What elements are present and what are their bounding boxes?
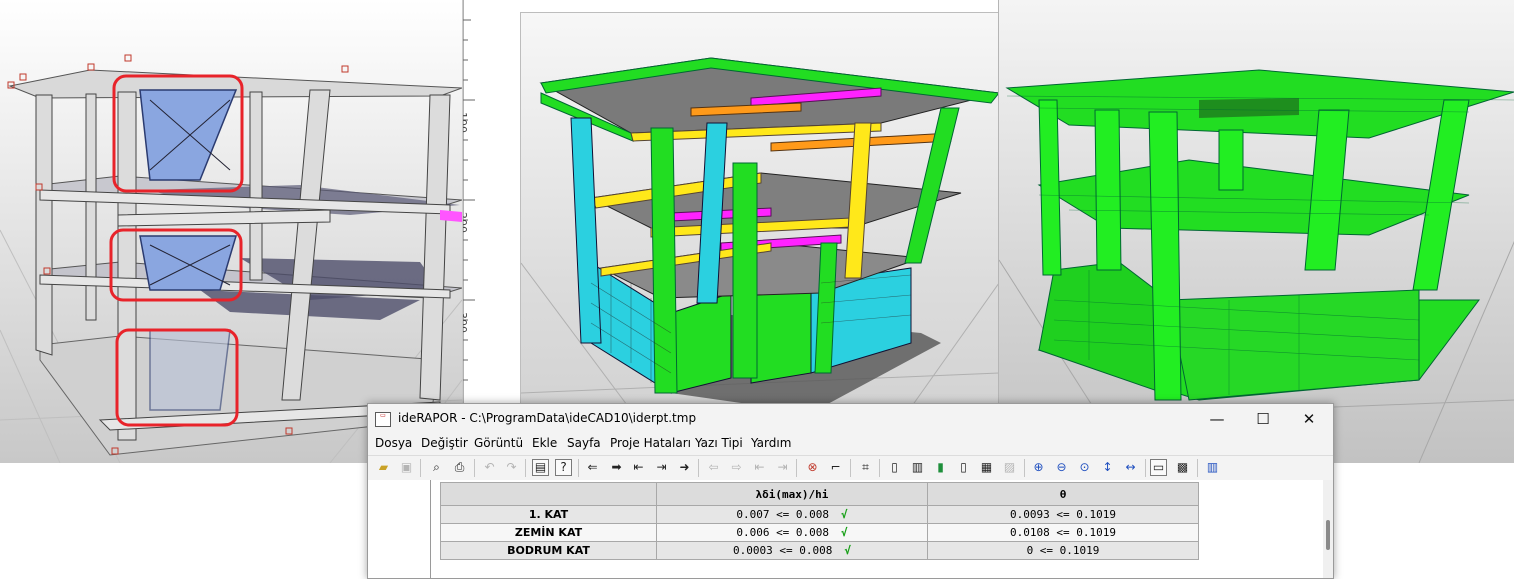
page-layout-3-icon[interactable]: ▮ (932, 459, 949, 476)
help-page-icon[interactable]: ? (555, 459, 572, 476)
print-icon[interactable]: ⎙ (451, 459, 468, 476)
app-icon: ▭ (375, 412, 391, 427)
page-layout-4-icon[interactable]: ▯ (955, 459, 972, 476)
check-icon: √ (841, 526, 848, 539)
drift-value: 0.006 <= 0.008 (736, 526, 830, 539)
arrow-right-icon[interactable]: ➡ (608, 459, 625, 476)
window-title: ideRAPOR - C:\ProgramData\ideCAD10\iderp… (398, 411, 697, 425)
page-layout-1-icon[interactable]: ▯ (886, 459, 903, 476)
header-drift: λδi(max)/hi (656, 482, 928, 506)
report-window[interactable]: ▭ ideRAPOR - C:\ProgramData\ideCAD10\ide… (367, 403, 1334, 579)
menu-proje-hatalari[interactable]: Proje Hataları (610, 436, 691, 450)
menu-goruntu[interactable]: Görüntü (474, 436, 523, 450)
vertical-scrollbar[interactable] (1323, 480, 1333, 578)
story-label: 1. KAT (440, 505, 657, 524)
building-3d-view[interactable] (0, 0, 462, 463)
print-preview-icon[interactable]: ⌕ (428, 459, 445, 476)
page-margin-line (430, 480, 431, 578)
theta-value: 0.0093 <= 0.1019 (927, 505, 1199, 524)
drift-value: 0.007 <= 0.008 (736, 508, 830, 521)
drift-value: 0.0003 <= 0.008 (733, 544, 833, 557)
table-row: ZEMİN KAT 0.006 <= 0.008 √ 0.0108 <= 0.10… (440, 523, 1199, 542)
menu-yardim[interactable]: Yardım (751, 436, 791, 450)
menu-yazi-tipi[interactable]: Yazı Tipi (695, 436, 743, 450)
grid-layout-icon[interactable]: ▦ (978, 459, 995, 476)
story-label: ZEMİN KAT (440, 523, 657, 542)
drift-cell: 0.006 <= 0.008 √ (656, 523, 928, 542)
insert-icon[interactable]: ⌐ (827, 459, 844, 476)
ruler-tick-100: 100 (462, 112, 469, 133)
open-folder-icon[interactable]: ▰ (375, 459, 392, 476)
check-icon: √ (841, 508, 848, 521)
menu-bar: Dosya Değiştir Görüntü Ekle Sayfa Proje … (368, 434, 1333, 454)
toolbar: ▰ ▣ ⌕ ⎙ ↶ ↷ ▤ ? ⇐ ➡ ⇤ ⇥ ➜ ⇦ ⇨ ⇤ ⇥ ⊗ ⌐ ⌗ … (368, 455, 1333, 481)
single-page-icon[interactable]: ▭ (1150, 459, 1167, 476)
arrow-left-icon[interactable]: ⇐ (584, 459, 601, 476)
last-page-icon[interactable]: ⇥ (653, 459, 670, 476)
page-layout-2-icon[interactable]: ▥ (909, 459, 926, 476)
deformed-shape-view[interactable] (998, 0, 1514, 463)
prev-section-icon[interactable]: ⇦ (705, 459, 722, 476)
drift-check-table: λδi(max)/hi θ 1. KAT 0.007 <= 0.008 √ 0.0… (440, 482, 1199, 560)
title-bar[interactable]: ▭ ideRAPOR - C:\ProgramData\ideCAD10\ide… (368, 404, 1333, 434)
ruler-tick-200: 200 (462, 212, 469, 233)
drift-cell: 0.007 <= 0.008 √ (656, 505, 928, 524)
chart-icon[interactable]: ▨ (1001, 459, 1018, 476)
menu-dosya[interactable]: Dosya (375, 436, 412, 450)
table-header-row: λδi(max)/hi θ (440, 482, 1199, 506)
undo-icon[interactable]: ↶ (481, 459, 498, 476)
menu-ekle[interactable]: Ekle (532, 436, 557, 450)
page-list-icon[interactable]: ▤ (532, 459, 549, 476)
zoom-in-icon[interactable]: ⊕ (1030, 459, 1047, 476)
error-icon[interactable]: ⊗ (804, 459, 821, 476)
last-section-icon[interactable]: ⇥ (774, 459, 791, 476)
table-row: BODRUM KAT 0.0003 <= 0.008 √ 0 <= 0.1019 (440, 541, 1199, 560)
report-icon[interactable]: ▥ (1204, 459, 1221, 476)
next-section-icon[interactable]: ⇨ (728, 459, 745, 476)
vertical-ruler: 100 200 300 (462, 0, 521, 463)
maximize-button[interactable]: ☐ (1240, 404, 1286, 434)
zoom-page-icon[interactable]: ⊙ (1076, 459, 1093, 476)
drift-cell: 0.0003 <= 0.008 √ (656, 541, 928, 560)
theta-value: 0.0108 <= 0.1019 (927, 523, 1199, 542)
multi-page-icon[interactable]: ▩ (1174, 459, 1191, 476)
first-page-icon[interactable]: ⇤ (630, 459, 647, 476)
fit-height-icon[interactable]: ↕ (1099, 459, 1116, 476)
close-button[interactable]: ✕ (1286, 404, 1332, 434)
table-row: 1. KAT 0.007 <= 0.008 √ 0.0093 <= 0.1019 (440, 505, 1199, 524)
menu-degistir[interactable]: Değiştir (421, 436, 468, 450)
check-icon: √ (844, 544, 851, 557)
header-theta: θ (927, 482, 1199, 506)
redo-icon[interactable]: ↷ (503, 459, 520, 476)
fit-width-icon[interactable]: ↔ (1122, 459, 1139, 476)
scrollbar-thumb[interactable] (1326, 520, 1330, 550)
minimize-button[interactable]: — (1194, 404, 1240, 434)
story-label: BODRUM KAT (440, 541, 657, 560)
go-to-page-icon[interactable]: ➜ (676, 459, 693, 476)
theta-value: 0 <= 0.1019 (927, 541, 1199, 560)
first-section-icon[interactable]: ⇤ (751, 459, 768, 476)
analysis-model-view[interactable] (520, 12, 999, 464)
report-document[interactable]: λδi(max)/hi θ 1. KAT 0.007 <= 0.008 √ 0.0… (368, 480, 1323, 578)
menu-sayfa[interactable]: Sayfa (567, 436, 601, 450)
structure-icon[interactable]: ⌗ (857, 459, 874, 476)
ruler-tick-300: 300 (462, 312, 469, 333)
save-icon[interactable]: ▣ (398, 459, 415, 476)
zoom-out-icon[interactable]: ⊖ (1053, 459, 1070, 476)
header-story (440, 482, 657, 506)
